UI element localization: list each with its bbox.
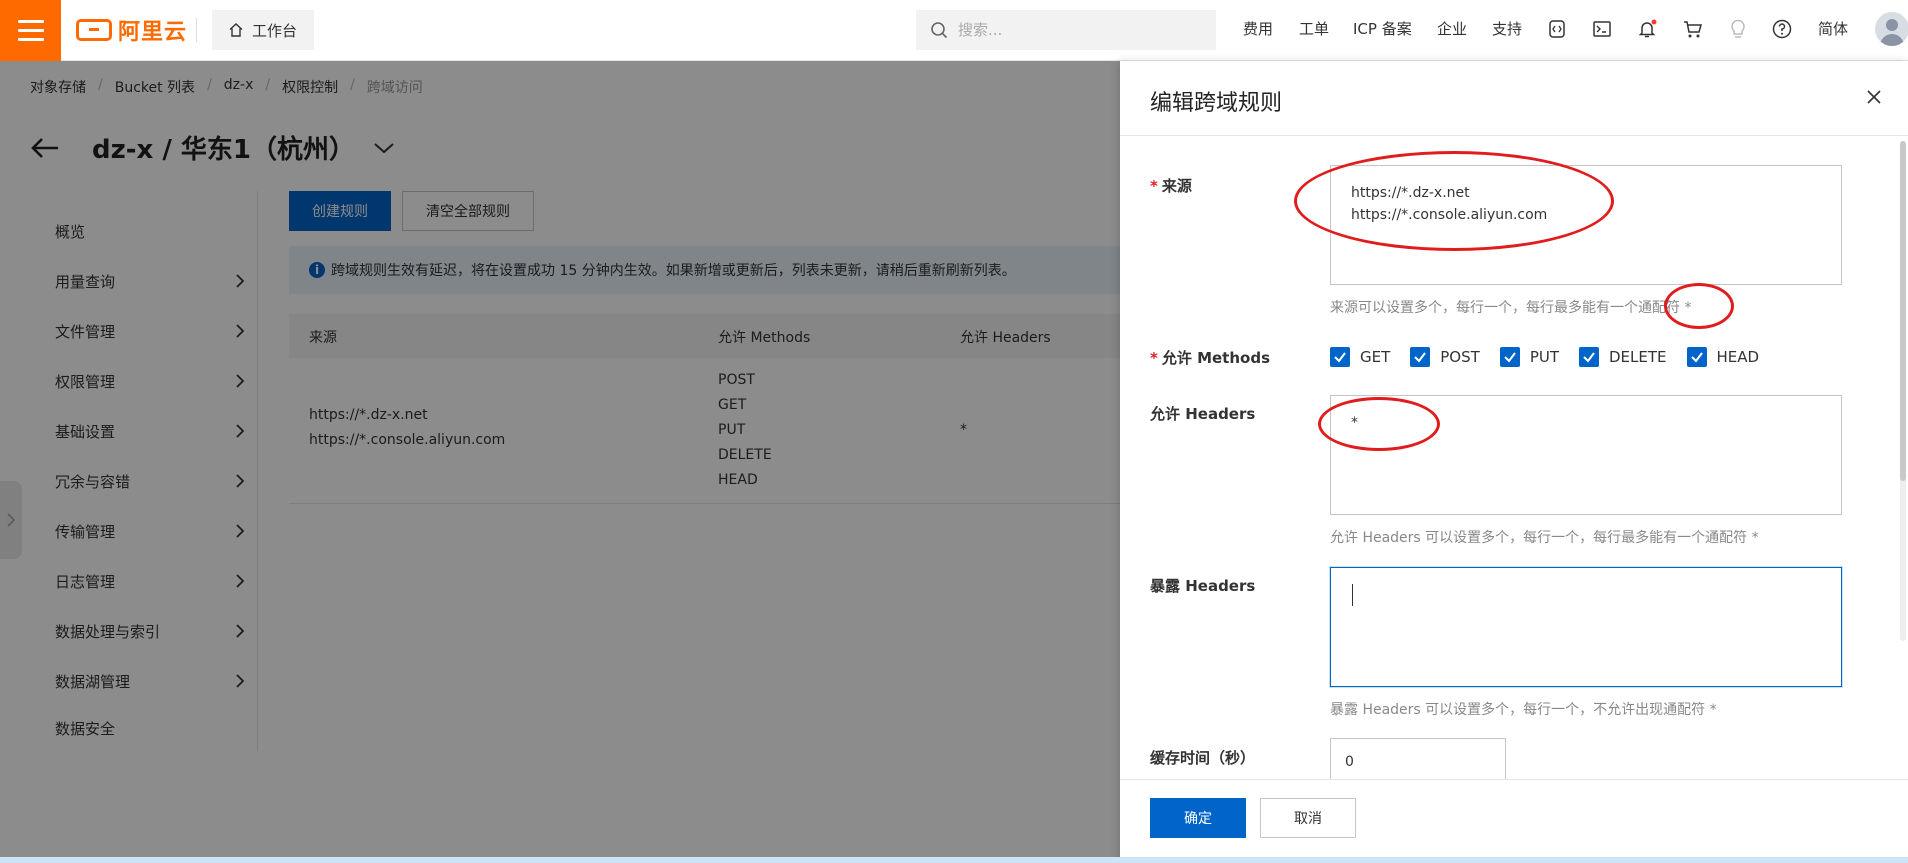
origin-label: * 来源	[1150, 177, 1192, 195]
bell-icon[interactable]	[1634, 16, 1660, 42]
checkbox-label: PUT	[1529, 348, 1559, 366]
drawer-footer: 确定 取消	[1120, 779, 1908, 863]
methods-checkbox-group: GET POST PUT DELETE HEAD	[1330, 347, 1759, 367]
nav-support[interactable]: 支持	[1492, 18, 1522, 39]
nav-icp[interactable]: ICP 备案	[1353, 18, 1412, 39]
drawer-overlay[interactable]	[0, 61, 1120, 863]
scrollbar[interactable]	[1900, 141, 1906, 641]
method-get-checkbox[interactable]: GET	[1330, 347, 1390, 367]
global-search[interactable]	[916, 10, 1216, 50]
bottom-strip	[0, 857, 1908, 863]
nav-enterprise[interactable]: 企业	[1437, 18, 1467, 39]
checkbox-label: HEAD	[1716, 348, 1760, 366]
language-switch[interactable]: 简体	[1818, 18, 1848, 39]
search-input[interactable]	[958, 21, 1188, 39]
drawer-title: 编辑跨域规则	[1150, 91, 1283, 116]
allow-headers-label: 允许 Headers	[1150, 405, 1256, 423]
checkbox-label: DELETE	[1609, 348, 1667, 366]
top-navbar: 阿里云 工作台 费用 工单 ICP 备案 企业 支持 简体	[0, 0, 1908, 61]
lightbulb-icon[interactable]	[1725, 16, 1751, 42]
text-cursor	[1352, 584, 1353, 606]
workbench-button[interactable]: 工作台	[212, 10, 314, 50]
cache-time-label: 缓存时间（秒）	[1150, 749, 1256, 767]
checkbox-checked-icon	[1410, 347, 1431, 367]
avatar[interactable]	[1875, 12, 1908, 46]
method-put-checkbox[interactable]: PUT	[1499, 347, 1559, 367]
aliyun-logo[interactable]: 阿里云	[76, 14, 187, 46]
method-post-checkbox[interactable]: POST	[1410, 347, 1480, 367]
divider	[196, 18, 197, 42]
aliyun-logo-icon	[76, 19, 112, 41]
expose-headers-label: 暴露 Headers	[1150, 577, 1256, 595]
checkbox-checked-icon	[1499, 347, 1520, 367]
workbench-label: 工作台	[252, 21, 298, 40]
nav-tickets[interactable]: 工单	[1299, 18, 1329, 39]
search-icon	[931, 22, 948, 39]
close-icon[interactable]	[1864, 87, 1884, 107]
checkbox-checked-icon	[1686, 347, 1707, 367]
checkbox-checked-icon	[1330, 347, 1350, 367]
cancel-button[interactable]: 取消	[1260, 798, 1356, 838]
help-icon[interactable]	[1769, 16, 1795, 42]
expose-headers-hint: 暴露 Headers 可以设置多个，每行一个，不允许出现通配符 *	[1330, 702, 1717, 718]
checkbox-checked-icon	[1579, 347, 1599, 367]
terminal-icon[interactable]	[1589, 16, 1615, 42]
nav-billing[interactable]: 费用	[1243, 18, 1273, 39]
home-icon	[229, 23, 243, 37]
methods-label: * 允许 Methods	[1150, 349, 1271, 367]
expose-headers-textarea[interactable]	[1330, 567, 1842, 687]
code-icon[interactable]	[1544, 16, 1570, 42]
confirm-button[interactable]: 确定	[1150, 798, 1246, 838]
checkbox-label: GET	[1360, 348, 1391, 366]
method-head-checkbox[interactable]: HEAD	[1686, 347, 1760, 367]
logo-text: 阿里云	[118, 20, 188, 45]
method-delete-checkbox[interactable]: DELETE	[1579, 347, 1667, 367]
allow-headers-hint: 允许 Headers 可以设置多个，每行一个，每行最多能有一个通配符 *	[1330, 530, 1759, 546]
origin-hint: 来源可以设置多个，每行一个，每行最多能有一个通配符 *	[1330, 300, 1692, 316]
origin-textarea[interactable]	[1330, 165, 1842, 285]
allow-headers-textarea[interactable]	[1330, 395, 1842, 515]
hamburger-menu-button[interactable]	[0, 0, 61, 61]
cart-icon[interactable]	[1680, 16, 1706, 42]
edit-cors-rule-drawer: 编辑跨域规则 *来源 来源可以设置多个，每行一个，每行最多能有一个通配符 * *…	[1120, 61, 1908, 863]
divider	[1120, 135, 1908, 136]
checkbox-label: POST	[1440, 348, 1480, 366]
cache-time-input[interactable]	[1330, 738, 1506, 784]
